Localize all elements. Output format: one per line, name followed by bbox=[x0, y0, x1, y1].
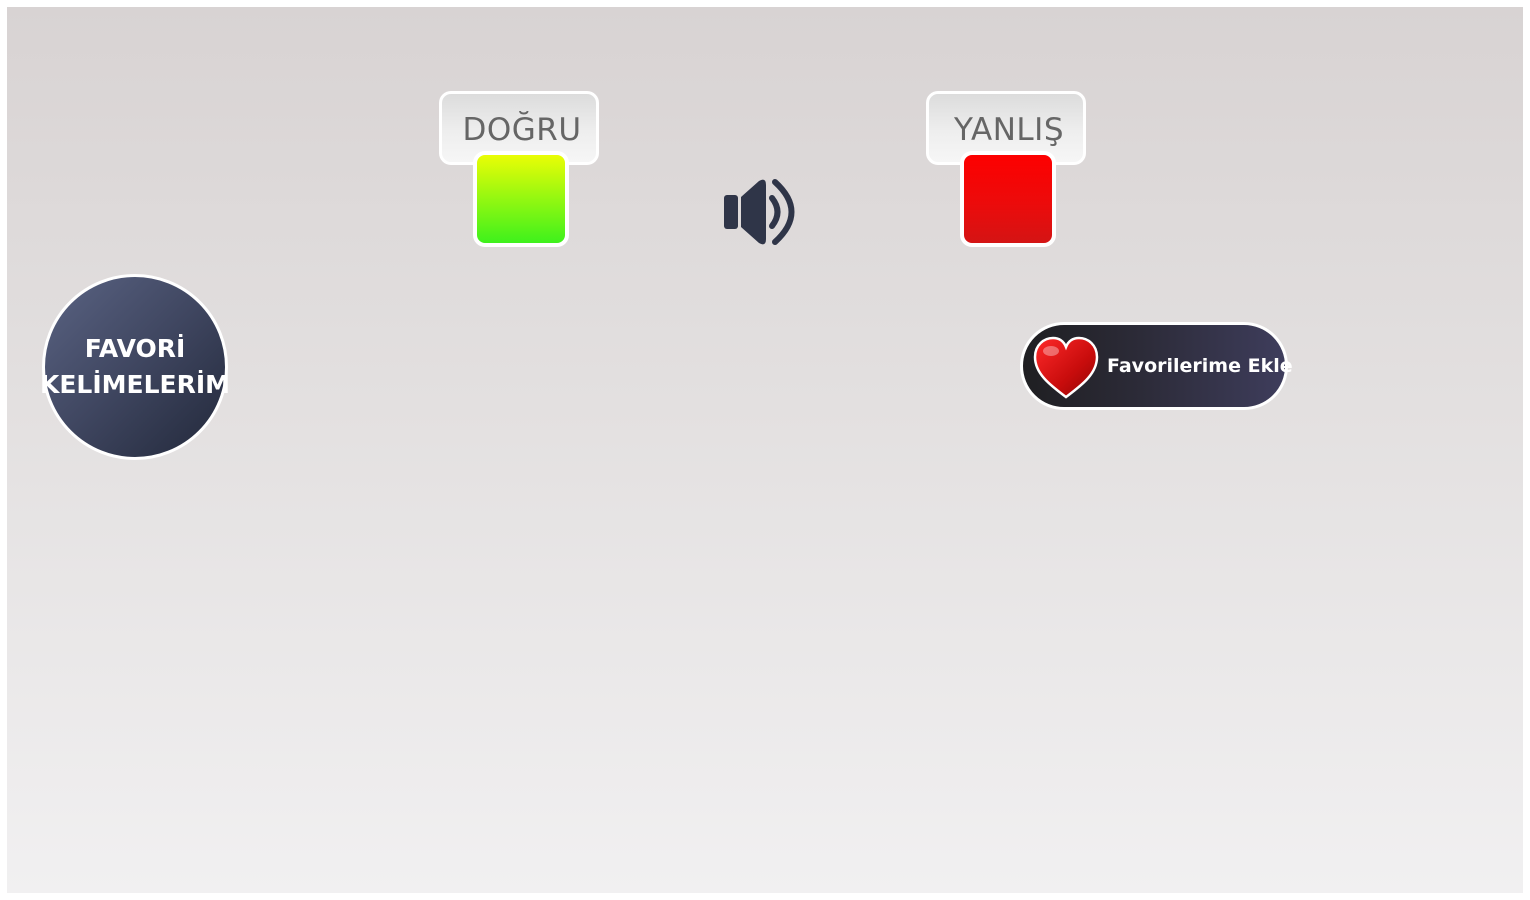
favorite-words-button[interactable]: FAVORİ KELİMELERİM bbox=[39, 274, 231, 460]
add-to-favorites-label: Favorilerime Ekle bbox=[1107, 355, 1293, 377]
correct-label: DOĞRU bbox=[462, 112, 582, 148]
heart-icon bbox=[1033, 336, 1099, 399]
wrong-label: YANLIŞ bbox=[953, 112, 1065, 148]
correct-answer-button[interactable]: DOĞRU bbox=[439, 91, 609, 251]
quiz-stage: DOĞRU YANLIŞ FAVORİ KELİMELERİM Favorile… bbox=[7, 7, 1523, 893]
speaker-icon[interactable] bbox=[721, 167, 811, 247]
correct-color-swatch[interactable] bbox=[473, 151, 569, 247]
add-to-favorites-button[interactable]: Favorilerime Ekle bbox=[1020, 322, 1293, 410]
wrong-answer-button[interactable]: YANLIŞ bbox=[926, 91, 1096, 251]
favorite-words-line1: FAVORİ bbox=[84, 334, 186, 363]
wrong-color-swatch[interactable] bbox=[960, 151, 1056, 247]
favorite-words-line2: KELİMELERİM bbox=[39, 370, 231, 399]
